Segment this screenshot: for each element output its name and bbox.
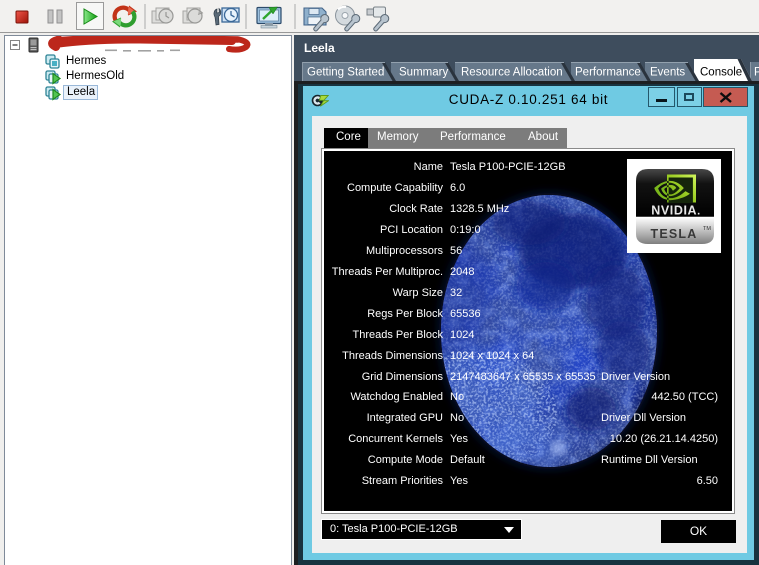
svg-text:Summary: Summary (399, 67, 448, 79)
svg-text:Resource Allocation: Resource Allocation (461, 67, 563, 79)
svg-text:TM: TM (703, 226, 711, 232)
svg-text:Console: Console (700, 67, 742, 79)
svg-text:TESLA: TESLA (651, 227, 698, 241)
svg-text:Events: Events (650, 67, 685, 79)
svg-text:NVIDIA.: NVIDIA. (651, 204, 701, 218)
svg-text:Performance: Performance (575, 67, 641, 79)
svg-text:Pe: Pe (754, 67, 759, 79)
svg-text:Getting Started: Getting Started (307, 67, 384, 79)
